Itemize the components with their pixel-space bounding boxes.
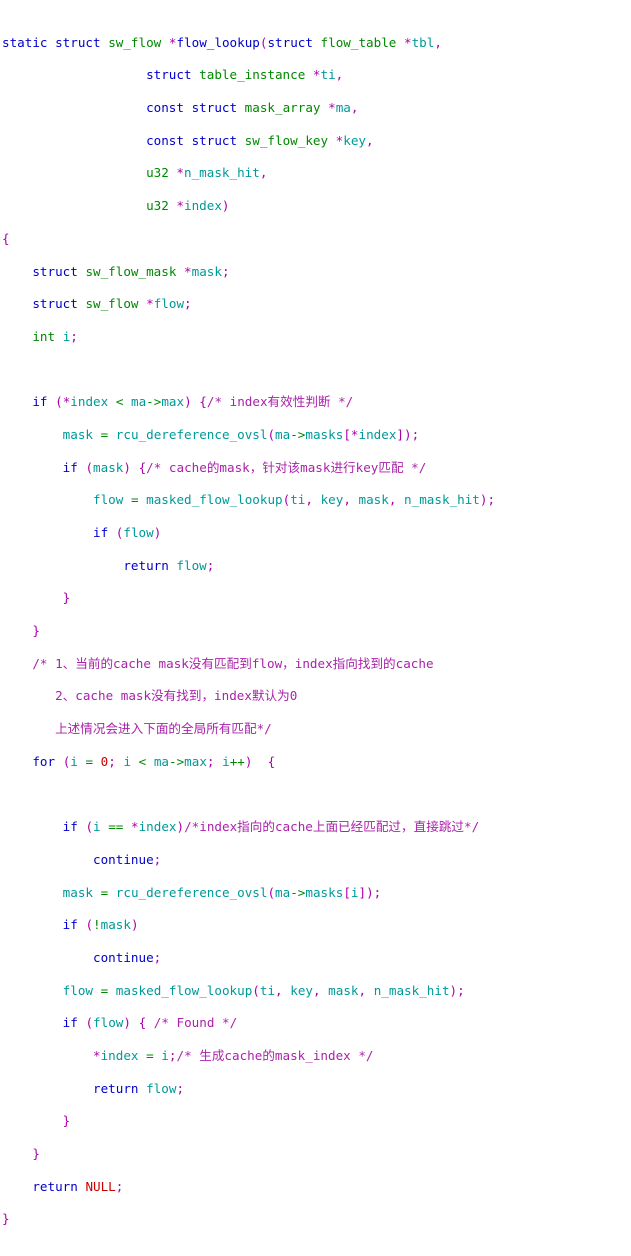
- code-line: struct sw_flow_mask *mask;: [32, 263, 230, 279]
- code-line: struct table_instance *ti,: [146, 67, 344, 83]
- code-line: flow = masked_flow_lookup(ti, key, mask,…: [62, 982, 465, 998]
- code-line: continue;: [93, 949, 162, 965]
- code-line: mask = rcu_dereference_ovsl(ma->masks[i]…: [62, 884, 382, 900]
- code-line: *index = i;/* 生成cache的mask_index */: [93, 1048, 374, 1063]
- code-line: if (flow): [93, 525, 162, 540]
- code-line: if (i == *index)/*index指向的cache上面已经匹配过，直…: [62, 819, 480, 835]
- code-line: }: [32, 623, 40, 639]
- code-line: }: [32, 1146, 40, 1162]
- code-line: for (i = 0; i < ma->max; i++) {: [32, 753, 276, 769]
- code-line: if (*index < ma->max) {/* index有效性判断 */: [32, 394, 354, 410]
- code-line: }: [62, 590, 71, 606]
- code-line: if (!mask): [62, 917, 139, 933]
- code-line: return NULL;: [32, 1178, 124, 1194]
- code-line: return flow;: [93, 1080, 185, 1096]
- code-line: u32 *n_mask_hit,: [146, 165, 268, 181]
- code-line: struct sw_flow *flow;: [32, 296, 192, 312]
- code-line: if (flow) { /* Found */: [62, 1015, 238, 1031]
- code-line: /* 1、当前的cache mask没有匹配到flow，index指向找到的ca…: [32, 655, 434, 671]
- code-line: const struct mask_array *ma,: [146, 100, 359, 116]
- code-viewer[interactable]: static struct sw_flow *flow_lookup(struc…: [0, 0, 631, 1256]
- code-line: }: [62, 1113, 71, 1129]
- code-line: {: [2, 230, 10, 246]
- code-line: const struct sw_flow_key *key,: [146, 132, 374, 148]
- code-line: continue;: [93, 851, 162, 867]
- code-line: return flow;: [123, 557, 215, 573]
- code-line: }: [2, 1211, 10, 1227]
- code-line: u32 *index): [146, 198, 230, 214]
- code-line: 上述情况会进入下面的全局所有匹配*/: [2, 721, 272, 737]
- code-line: 2、cache mask没有找到，index默认为0: [2, 688, 298, 704]
- code-line: int i;: [32, 328, 78, 344]
- code-line: static struct sw_flow *flow_lookup(struc…: [2, 34, 442, 50]
- code-line: mask = rcu_dereference_ovsl(ma->masks[*i…: [62, 426, 420, 442]
- code-line: if (mask) {/* cache的mask，针对该mask进行key匹配 …: [62, 459, 427, 475]
- code-line: flow = masked_flow_lookup(ti, key, mask,…: [93, 492, 496, 508]
